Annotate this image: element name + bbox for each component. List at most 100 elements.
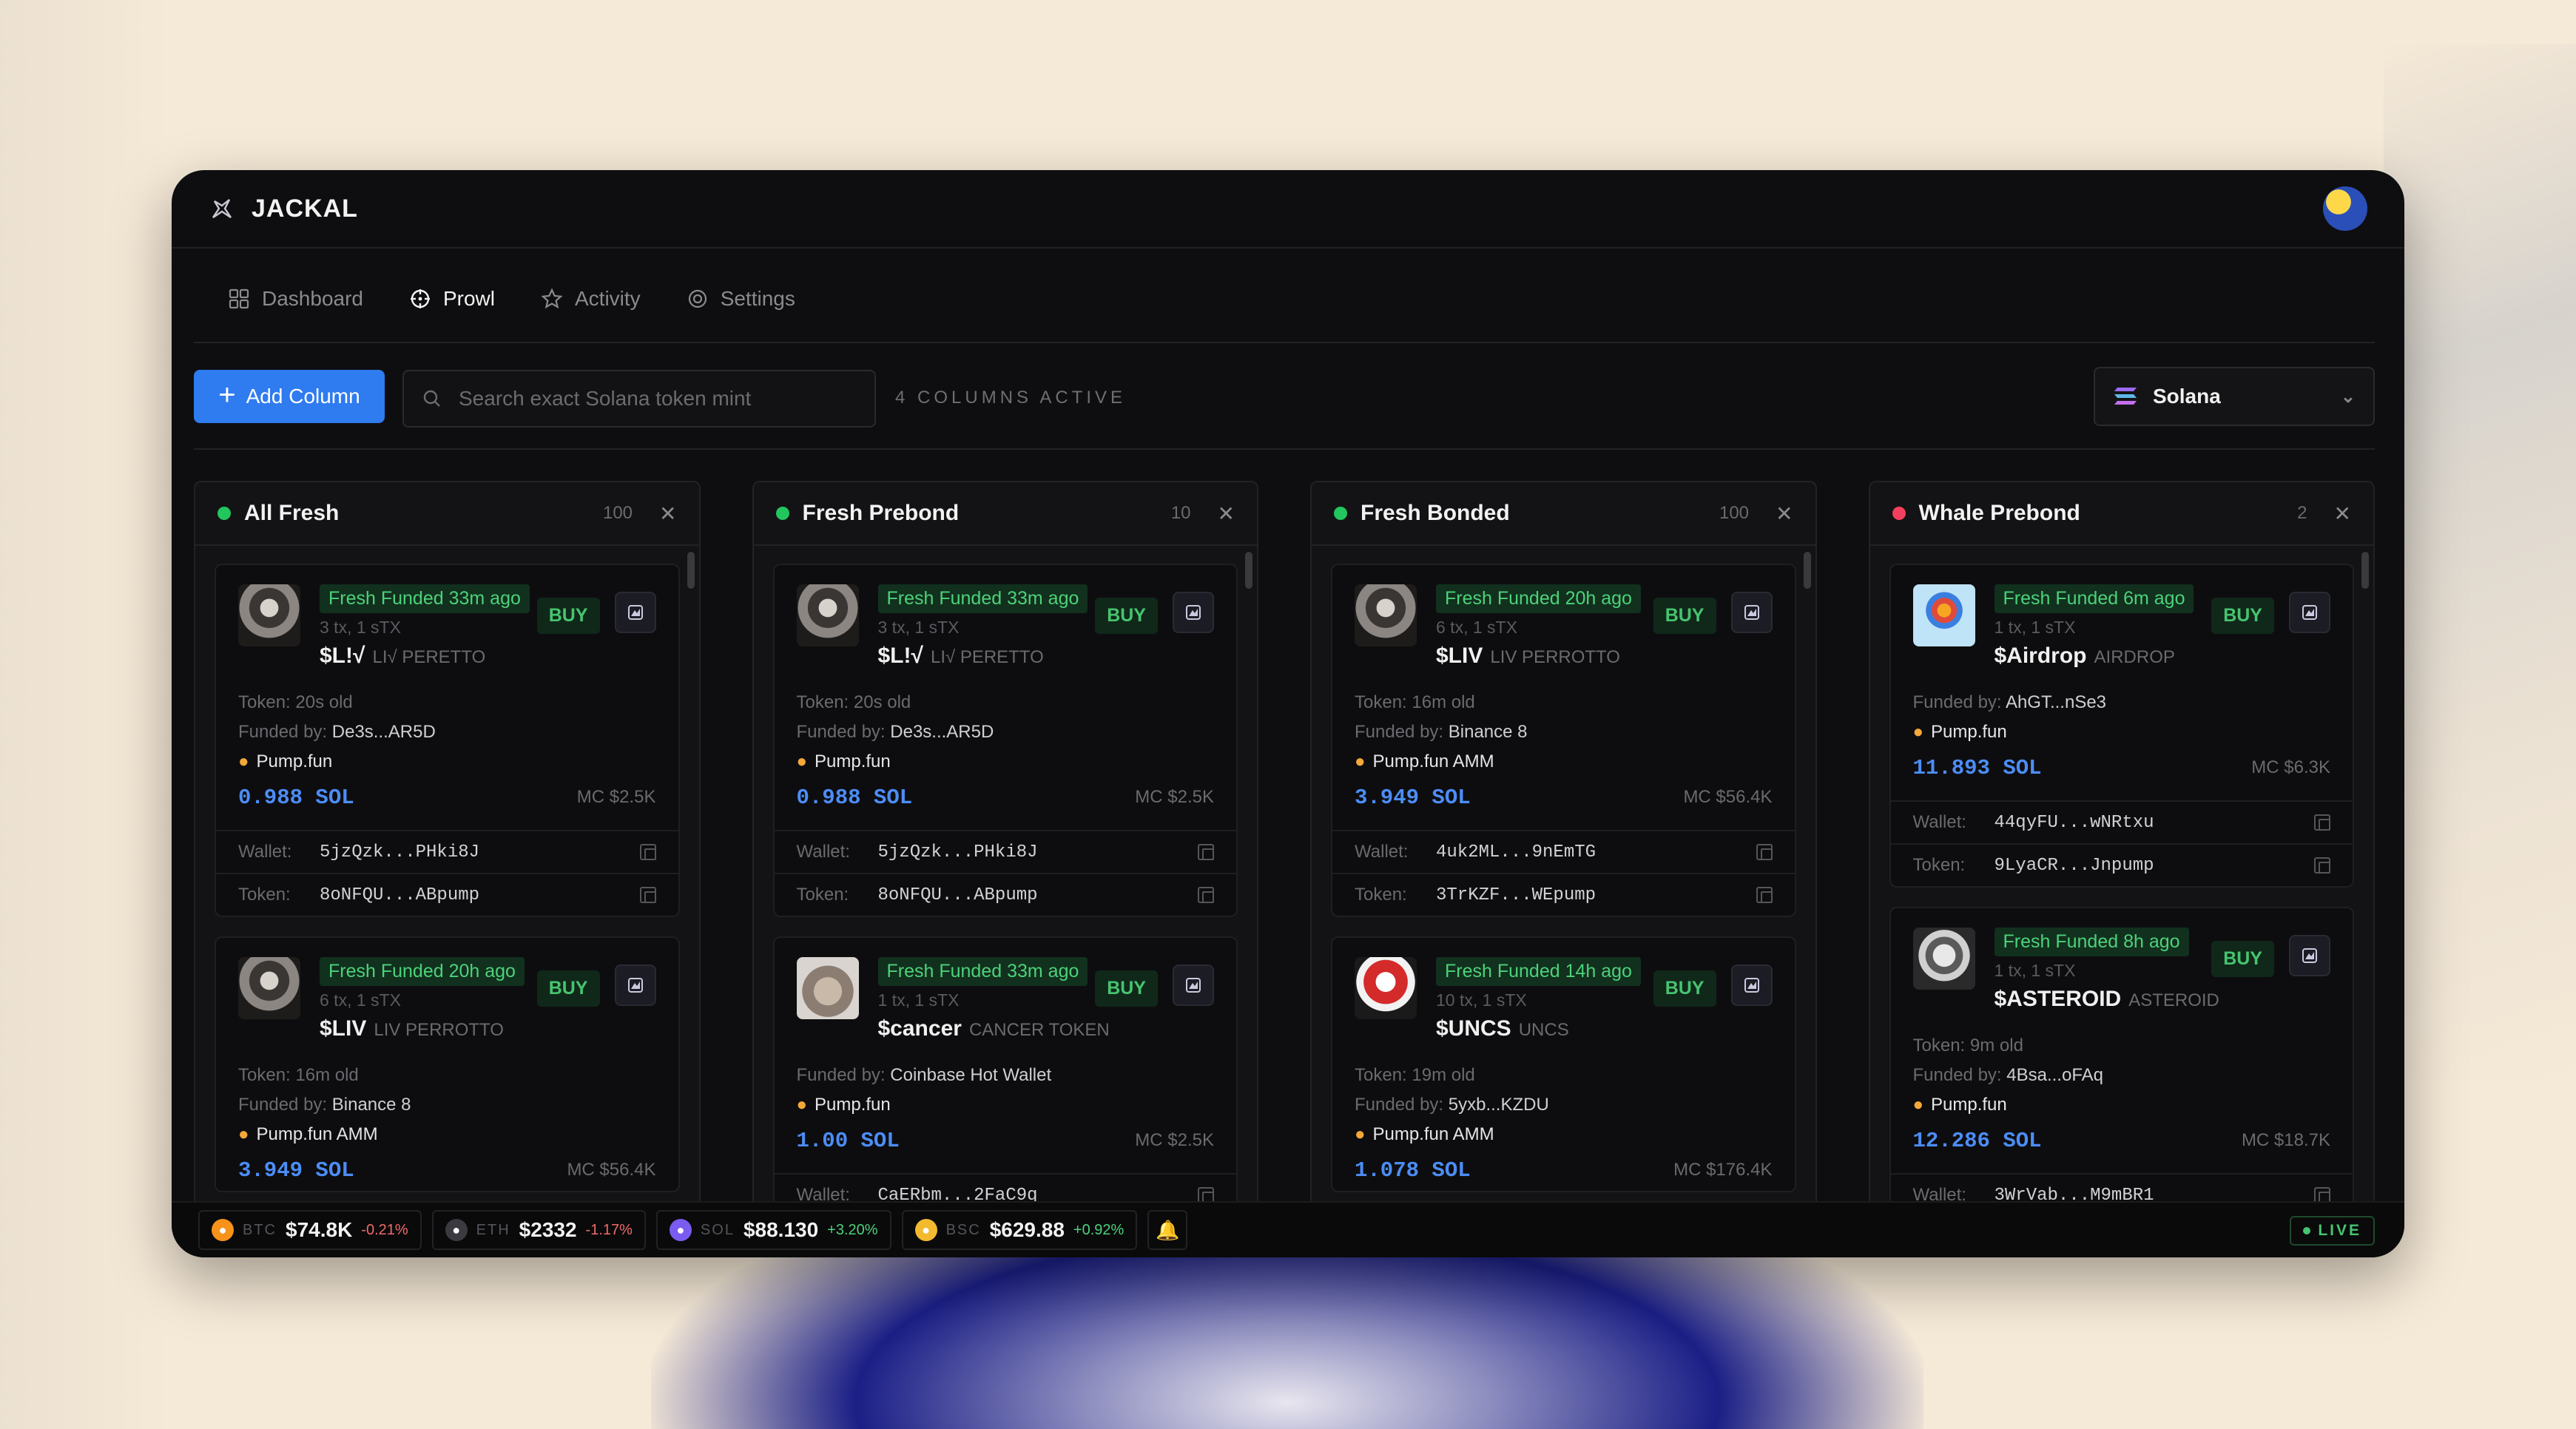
app-name: JACKAL [252,194,358,223]
token-card[interactable]: Fresh Funded 8h ago 1 tx, 1 sTX $ASTEROI… [1889,907,2354,1217]
add-column-button[interactable]: + Add Column [194,370,385,423]
tx-count: 1 tx, 1 sTX [877,990,960,1010]
tab-label: Dashboard [262,287,363,310]
buy-button[interactable]: BUY [1095,598,1158,634]
chart-button[interactable] [1173,592,1214,633]
chart-button[interactable] [1173,965,1214,1006]
top-bar: JACKAL [172,170,2404,249]
sol-amount: 1.00 SOL [796,1128,900,1153]
close-icon[interactable]: ✕ [659,501,676,526]
buy-button[interactable]: BUY [536,598,600,634]
token-symbol-row: $L!√ LI√ PERETTO [320,643,530,669]
toolbar: + Add Column 4 COLUMNS ACTIVE Solana ⌄ [194,367,2375,428]
column-all-fresh: All Fresh 100 ✕ Fresh Funded 33m ago 3 t… [194,481,701,1232]
column-count: 10 [1170,503,1191,523]
token-label: Token: [796,885,849,905]
scrollbar[interactable] [1245,552,1252,589]
copy-icon[interactable] [1756,844,1773,860]
ticker-eth[interactable]: ● ETH $2332 -1.17% [431,1210,646,1250]
tab-activity[interactable]: Activity [541,287,641,311]
search-input[interactable] [459,387,843,411]
wallet-label: Wallet: [238,842,292,862]
ticker-sol[interactable]: ● SOL $88.130 +3.20% [655,1210,891,1250]
token-card[interactable]: Fresh Funded 20h ago 6 tx, 1 sTX $LIV LIV… [215,936,680,1192]
funded-by-label: Funded by: [238,1095,328,1115]
copy-icon[interactable] [2314,857,2330,874]
chart-icon [627,978,643,993]
platform-name: Pump.fun [815,1095,891,1115]
chart-button[interactable] [2289,592,2330,633]
scrollbar[interactable] [1803,552,1811,589]
copy-icon[interactable] [1198,887,1214,903]
pill-icon: ● [1355,1124,1366,1144]
token-avatar [796,957,859,1019]
copy-icon[interactable] [639,887,656,903]
buy-button[interactable]: BUY [1653,970,1716,1007]
token-card[interactable]: Fresh Funded 20h ago 6 tx, 1 sTX $LIV LIV… [1331,564,1796,917]
token-age-value: 19m old [1412,1065,1475,1085]
chart-button[interactable] [614,592,656,633]
buy-button[interactable]: BUY [1653,598,1716,634]
token-name: AIRDROP [2094,647,2175,667]
pill-icon: ● [1912,722,1924,742]
buy-button[interactable]: BUY [536,970,600,1007]
tx-count: 6 tx, 1 sTX [320,990,401,1010]
tab-prowl[interactable]: Prowl [409,287,495,311]
token-card[interactable]: Fresh Funded 6m ago 1 tx, 1 sTX $Airdrop… [1889,564,2354,888]
token-card[interactable]: Fresh Funded 14h ago 10 tx, 1 sTX $UNCS U… [1331,936,1796,1192]
market-cap: MC $6.3K [2251,757,2330,777]
bell-icon[interactable]: 🔔 [1147,1210,1188,1250]
buy-button[interactable]: BUY [2211,941,2274,977]
chart-button[interactable] [2289,935,2330,976]
tab-settings[interactable]: Settings [687,287,795,311]
pill-icon: ● [1355,751,1366,771]
token-card[interactable]: Fresh Funded 33m ago 3 tx, 1 sTX $L!√ LI√… [215,564,680,917]
close-icon[interactable]: ✕ [1218,501,1235,526]
column-body: Fresh Funded 20h ago 6 tx, 1 sTX $LIV LIV… [1312,546,1815,1192]
chart-button[interactable] [1730,592,1773,633]
copy-icon[interactable] [2314,814,2330,831]
chain-select[interactable]: Solana ⌄ [2094,367,2375,426]
token-search[interactable] [402,370,876,428]
funded-badge: Fresh Funded 6m ago [1994,584,2194,613]
pill-icon: ● [1912,1095,1924,1115]
close-icon[interactable]: ✕ [2334,501,2351,526]
tx-count: 1 tx, 1 sTX [1994,961,2076,980]
token-avatar [1355,584,1417,646]
status-dot [775,507,789,520]
chart-icon [2302,948,2317,963]
copy-icon[interactable] [1198,844,1214,860]
tab-dashboard[interactable]: Dashboard [228,287,363,311]
token-name: CANCER TOKEN [968,1020,1110,1040]
card-info: Fresh Funded 33m ago 3 tx, 1 sTX $L!√ LI√… [877,584,1088,688]
user-avatar[interactable] [2323,186,2367,231]
column-count: 100 [602,503,633,523]
token-card[interactable]: Fresh Funded 33m ago 3 tx, 1 sTX $L!√ LI√… [772,564,1238,917]
funded-by-value: Binance 8 [331,1095,411,1115]
chevron-down-icon: ⌄ [2340,386,2356,407]
ticker-btc[interactable]: ● BTC $74.8K -0.21% [198,1210,422,1250]
close-icon[interactable]: ✕ [1776,501,1793,526]
tx-count: 3 tx, 1 sTX [877,618,960,637]
token-card[interactable]: Fresh Funded 33m ago 1 tx, 1 sTX $cancer… [772,936,1238,1217]
logo[interactable]: JACKAL [209,195,358,223]
funded-by-value: Binance 8 [1448,722,1528,742]
scrollbar[interactable] [687,552,695,589]
platform-name: Pump.fun AMM [1372,1124,1494,1144]
buy-button[interactable]: BUY [1095,970,1158,1007]
token-avatar [1355,957,1417,1019]
token-label: Token: [1355,885,1407,905]
platform-name: Pump.fun AMM [1372,751,1494,771]
chart-button[interactable] [1730,965,1773,1006]
chart-button[interactable] [614,965,656,1006]
token-age-value: 16m old [1412,692,1475,712]
copy-icon[interactable] [1756,887,1773,903]
market-cap: MC $2.5K [1135,1130,1214,1150]
scrollbar[interactable] [2361,552,2369,589]
tx-count: 1 tx, 1 sTX [1994,618,2076,637]
grid-icon [229,288,249,309]
buy-button[interactable]: BUY [2211,598,2274,634]
copy-icon[interactable] [639,844,656,860]
ticker-bsc[interactable]: ● BSC $629.88 +0.92% [901,1210,1138,1250]
card-info: Fresh Funded 20h ago 6 tx, 1 sTX $LIV LIV… [320,957,525,1061]
